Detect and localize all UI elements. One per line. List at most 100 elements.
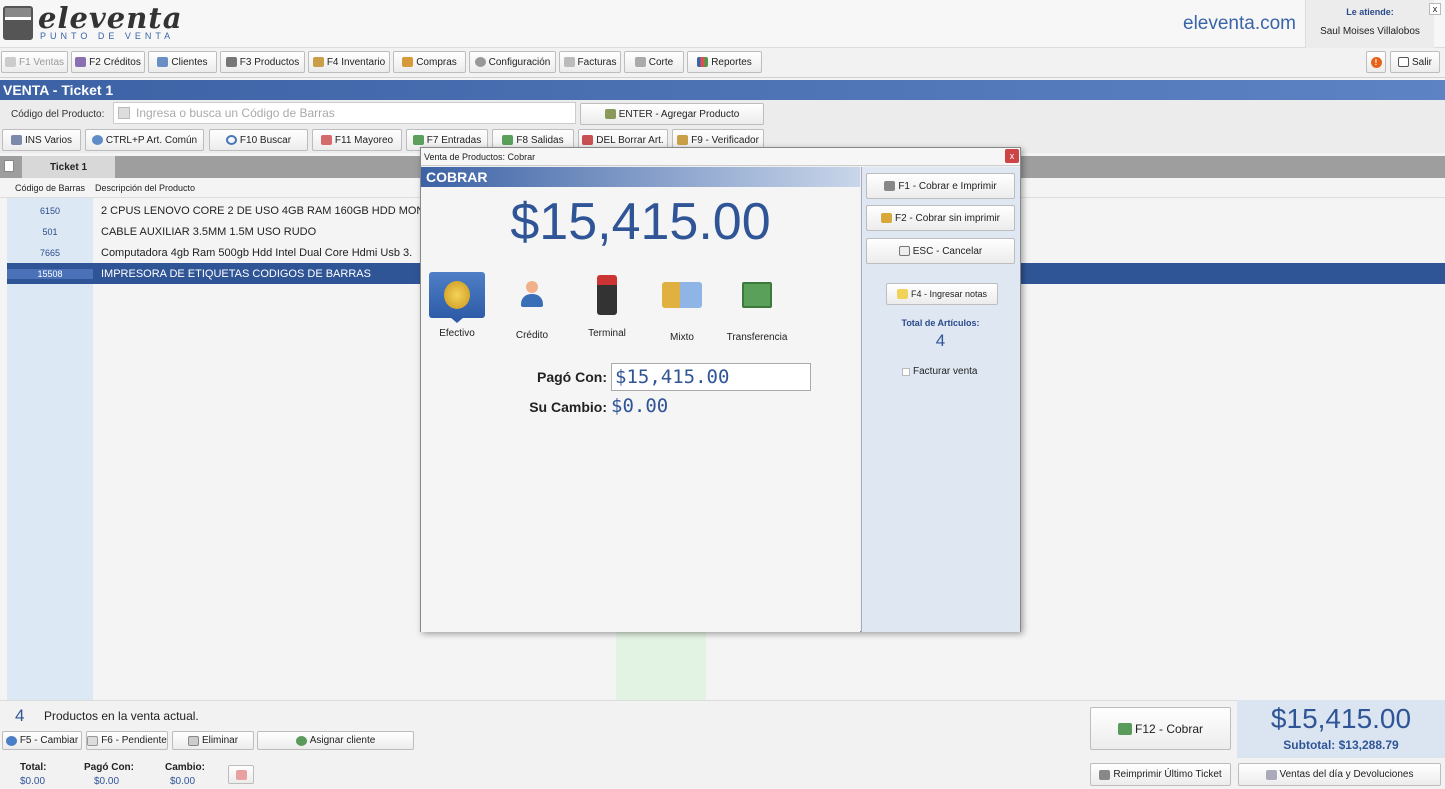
articulo-comun-button[interactable]: CTRL+P Art. Común — [85, 129, 204, 151]
alert-button[interactable]: ! — [1366, 51, 1386, 73]
col-description: Descripción del Producto — [95, 183, 196, 193]
cambio-label: Cambio: — [165, 762, 205, 773]
row-code: 501 — [42, 226, 58, 237]
pendiente-button[interactable]: F6 - Pendiente — [86, 731, 168, 750]
product-count-label: Productos en la venta actual. — [44, 709, 199, 723]
tab-ticket-1[interactable]: Ticket 1 — [22, 156, 115, 178]
cobrar-imprimir-button[interactable]: F1 - Cobrar e Imprimir — [866, 173, 1015, 199]
cobrar-dialog: Venta de Productos: Cobrar x COBRAR $15,… — [420, 147, 1021, 632]
varios-icon — [10, 135, 22, 145]
new-ticket-icon[interactable] — [4, 160, 14, 172]
method-label: Transferencia — [726, 332, 788, 343]
window-close-button[interactable]: x — [1429, 3, 1441, 15]
product-count: 4 — [15, 706, 25, 725]
salir-button[interactable]: Salir — [1390, 51, 1440, 73]
scanner-icon — [604, 109, 616, 119]
ingresar-notas-button[interactable]: F4 - Ingresar notas — [886, 283, 998, 305]
method-label: Terminal — [588, 328, 626, 339]
note-icon — [896, 289, 908, 299]
toolbar-creditos[interactable]: F2 Créditos — [71, 51, 145, 73]
method-transferencia[interactable]: Transferencia — [721, 272, 793, 343]
reprint-button[interactable]: Reimprimir Último Ticket — [1090, 763, 1231, 786]
card-terminal-icon — [579, 272, 635, 318]
row-description: 2 CPUS LENOVO CORE 2 DE USO 4GB RAM 160G… — [101, 204, 443, 217]
cancelar-button[interactable]: ESC - Cancelar — [866, 238, 1015, 264]
attendant-user: Saul Moises Villalobos — [1320, 26, 1420, 37]
printer-icon — [1099, 769, 1111, 780]
dialog-close-button[interactable]: x — [1005, 149, 1019, 163]
toolbar-productos[interactable]: F3 Productos — [220, 51, 305, 73]
tag-icon — [320, 135, 332, 145]
add-product-button[interactable]: ENTER - Agregar Producto — [580, 103, 764, 125]
total-label: Total: — [20, 762, 47, 773]
attendant-label: Le atiende: — [1346, 7, 1394, 17]
total-value: $0.00 — [20, 776, 46, 787]
eraser-icon — [235, 769, 247, 780]
row-code: 6150 — [39, 205, 61, 216]
pago-value: $0.00 — [94, 776, 120, 787]
ventas-dia-button[interactable]: Ventas del día y Devoluciones — [1238, 763, 1441, 786]
method-mixto[interactable]: Mixto — [646, 272, 718, 343]
invoice-icon — [563, 57, 575, 67]
toolbar-reportes[interactable]: Reportes — [687, 51, 762, 73]
facturar-checkbox[interactable] — [902, 368, 910, 376]
buscar-button[interactable]: F10 Buscar — [209, 129, 308, 151]
entry-icon — [412, 135, 424, 145]
app-logo: eleventa — [38, 1, 183, 35]
cambiar-button[interactable]: F5 - Cambiar — [2, 731, 82, 750]
big-total: $15,415.00 — [1270, 703, 1412, 734]
products-icon — [225, 57, 237, 67]
toolbar-compras[interactable]: Compras — [393, 51, 466, 73]
dialog-title: Venta de Productos: Cobrar — [421, 148, 1020, 166]
pending-icon — [87, 735, 99, 746]
client-icon — [295, 735, 307, 746]
eliminar-button[interactable]: Eliminar — [172, 731, 254, 750]
inventory-icon — [312, 57, 324, 67]
total-articulos-label: Total de Artículos: — [901, 318, 980, 328]
code-input[interactable] — [113, 102, 576, 124]
method-label: Efectivo — [439, 328, 475, 339]
cut-icon — [634, 57, 646, 67]
mayoreo-button[interactable]: F11 Mayoreo — [312, 129, 402, 151]
cambio-value: $0.00 — [170, 776, 196, 787]
toolbar-corte[interactable]: Corte — [624, 51, 684, 73]
exit-money-icon — [502, 135, 514, 145]
ins-varios-button[interactable]: INS Varios — [2, 129, 81, 151]
su-cambio-value: $0.00 — [611, 395, 669, 417]
column-highlight — [616, 630, 706, 700]
amount-due: $15,415.00 — [510, 193, 771, 251]
code-label: Código del Producto: — [11, 109, 105, 120]
pago-con-input[interactable] — [611, 363, 811, 391]
verifier-icon — [677, 135, 689, 145]
asignar-cliente-button[interactable]: Asignar cliente — [257, 731, 414, 750]
method-efectivo[interactable]: Efectivo — [421, 272, 493, 339]
toolbar-ventas[interactable]: F1 Ventas — [1, 51, 68, 73]
cobrar-sin-imprimir-button[interactable]: F2 - Cobrar sin imprimir — [866, 205, 1015, 231]
method-label: Mixto — [670, 332, 694, 343]
cobrar-button[interactable]: F12 - Cobrar — [1090, 707, 1231, 750]
eraser-button[interactable] — [228, 765, 254, 784]
delete-icon — [582, 135, 594, 145]
toolbar-clientes[interactable]: Clientes — [148, 51, 217, 73]
attendant-panel: Le atiende: Saul Moises Villalobos — [1305, 0, 1434, 48]
trash-icon — [187, 735, 199, 746]
toolbar-facturas[interactable]: Facturas — [559, 51, 621, 73]
search-icon — [225, 135, 237, 145]
coins-icon — [429, 272, 485, 318]
method-credito[interactable]: Crédito — [496, 272, 568, 341]
cart-icon — [4, 57, 16, 67]
app-logo-subtitle: PUNTO DE VENTA — [40, 31, 175, 41]
exit-icon — [1397, 57, 1409, 67]
row-code: 15508 — [7, 268, 93, 279]
toolbar-inventario[interactable]: F4 Inventario — [308, 51, 390, 73]
method-terminal[interactable]: Terminal — [571, 272, 643, 339]
venta-title: VENTA - Ticket 1 — [0, 80, 1445, 100]
person-icon — [504, 272, 560, 318]
row-description: Computadora 4gb Ram 500gb Hdd Intel Dual… — [101, 246, 413, 259]
total-articulos-value: 4 — [935, 331, 946, 350]
pago-label: Pagó Con: — [84, 762, 134, 773]
site-link[interactable]: eleventa.com — [1183, 13, 1296, 35]
cobrar-header: COBRAR — [421, 167, 860, 187]
coins-small-icon — [880, 213, 892, 223]
toolbar-configuracion[interactable]: Configuración — [469, 51, 556, 73]
